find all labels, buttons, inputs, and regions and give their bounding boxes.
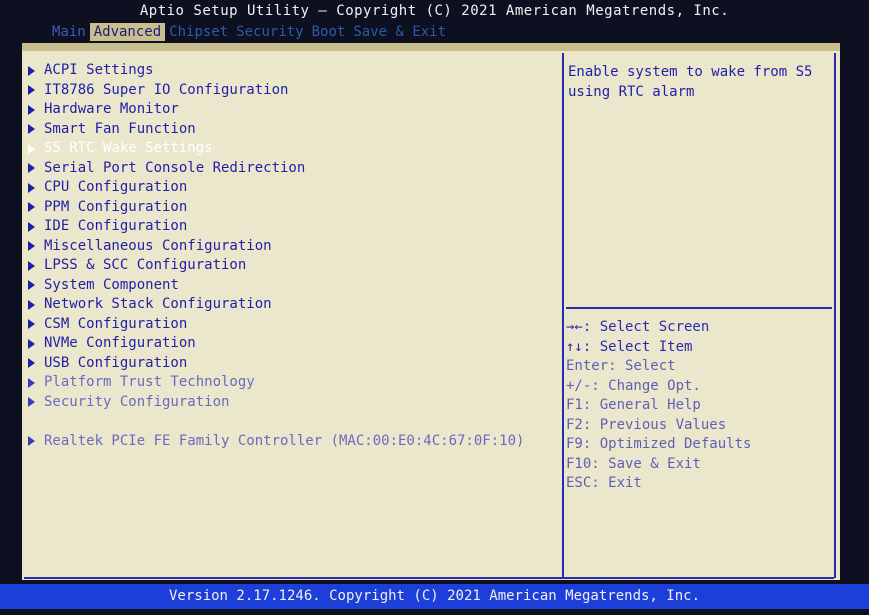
tab-save-exit[interactable]: Save & Exit	[349, 23, 450, 41]
menu-item-hardware-monitor[interactable]: Hardware Monitor	[26, 100, 556, 120]
menu-item-label: CPU Configuration	[44, 179, 188, 195]
menu-item-usb-configuration[interactable]: USB Configuration	[26, 354, 556, 374]
menu-item-realtek-controller[interactable]: Realtek PCIe FE Family Controller (MAC:0…	[26, 432, 556, 452]
menu-item-serial-console[interactable]: Serial Port Console Redirection	[26, 159, 556, 179]
menu-item-platform-trust[interactable]: Platform Trust Technology	[26, 373, 556, 393]
triangle-right-icon	[28, 377, 35, 388]
triangle-right-icon	[28, 260, 35, 271]
help-pane	[564, 53, 836, 578]
triangle-right-icon	[28, 182, 35, 193]
menu-item-label: System Component	[44, 276, 179, 293]
menu-item-label: Hardware Monitor	[44, 101, 179, 117]
menu-item-label: PPM Configuration	[44, 198, 188, 215]
menu-item-label: ACPI Settings	[44, 62, 154, 78]
menu-item-smart-fan[interactable]: Smart Fan Function	[26, 120, 556, 140]
menu-item-security-configuration[interactable]: Security Configuration	[26, 393, 556, 413]
utility-title: Aptio Setup Utility – Copyright (C) 2021…	[139, 3, 730, 19]
menu-item-label: IT8786 Super IO Configuration	[44, 81, 289, 98]
triangle-right-icon	[28, 124, 35, 135]
triangle-right-icon	[28, 397, 35, 408]
menu-item-s5-rtc-wake[interactable]: S5 RTC Wake Settings	[26, 139, 556, 159]
triangle-right-icon	[28, 163, 35, 174]
menu-item-acpi-settings[interactable]: ACPI Settings	[26, 61, 556, 81]
menu-item-label: Security Configuration	[44, 393, 230, 410]
triangle-right-icon	[28, 104, 35, 115]
menu-item-nvme-configuration[interactable]: NVMe Configuration	[26, 334, 556, 354]
menu-item-lpss-scc[interactable]: LPSS & SCC Configuration	[26, 256, 556, 276]
key-optimized-defaults: F9: Optimized Defaults	[566, 436, 752, 452]
key-enter: Enter: Select	[566, 358, 676, 374]
key-general-help: F1: General Help	[566, 397, 701, 413]
pane-divider	[562, 53, 564, 579]
triangle-right-icon	[28, 436, 35, 447]
menu-spacer	[26, 412, 556, 432]
tab-bar: Main Advanced Chipset Security Boot Save…	[48, 23, 450, 41]
key-escape: ESC: Exit	[566, 475, 642, 491]
menu-item-csm-configuration[interactable]: CSM Configuration	[26, 315, 556, 335]
version-text: Version 2.17.1246. Copyright (C) 2021 Am…	[168, 588, 700, 604]
triangle-right-icon	[28, 319, 35, 330]
triangle-right-icon	[28, 202, 35, 213]
bios-screen: Aptio Setup Utility – Copyright (C) 2021…	[0, 0, 869, 615]
menu-item-label: CSM Configuration	[44, 315, 188, 332]
menu-item-label: Platform Trust Technology	[44, 374, 255, 390]
menu-item-cpu-configuration[interactable]: CPU Configuration	[26, 178, 556, 198]
tab-security[interactable]: Security	[232, 23, 307, 41]
menu-item-label: NVMe Configuration	[44, 335, 196, 351]
menu-item-label: USB Configuration	[44, 354, 188, 371]
menu-item-label: Network Stack Configuration	[44, 296, 272, 312]
triangle-right-icon	[28, 299, 35, 310]
triangle-right-icon	[28, 85, 35, 96]
tab-boot[interactable]: Boot	[308, 23, 350, 41]
triangle-right-icon	[28, 143, 35, 154]
menu-item-label: Serial Port Console Redirection	[44, 159, 306, 176]
menu-item-super-io[interactable]: IT8786 Super IO Configuration	[26, 81, 556, 101]
frame-top-bar	[22, 43, 840, 51]
help-text: Enable system to wake from S5 using RTC …	[568, 64, 813, 100]
key-previous-values: F2: Previous Values	[566, 416, 727, 433]
key-change-opt: +/-: Change Opt.	[566, 377, 701, 394]
triangle-right-icon	[28, 358, 35, 369]
menu-item-system-component[interactable]: System Component	[26, 276, 556, 296]
menu-item-label: Smart Fan Function	[44, 120, 196, 137]
menu-item-label: Miscellaneous Configuration	[44, 237, 272, 254]
triangle-right-icon	[28, 338, 35, 349]
triangle-right-icon	[28, 221, 35, 232]
triangle-right-icon	[28, 280, 35, 291]
advanced-menu: ACPI Settings IT8786 Super IO Configurat…	[26, 61, 556, 451]
menu-item-ppm-configuration[interactable]: PPM Configuration	[26, 198, 556, 218]
menu-item-label: S5 RTC Wake Settings	[44, 140, 213, 156]
tab-chipset[interactable]: Chipset	[165, 23, 232, 41]
menu-item-miscellaneous[interactable]: Miscellaneous Configuration	[26, 237, 556, 257]
menu-item-network-stack[interactable]: Network Stack Configuration	[26, 295, 556, 315]
frame-bottom-border	[24, 577, 834, 579]
key-select-screen: →←: Select Screen	[566, 319, 710, 335]
tab-main[interactable]: Main	[48, 23, 90, 41]
tab-advanced[interactable]: Advanced	[89, 23, 166, 41]
menu-item-label: IDE Configuration	[44, 218, 188, 234]
menu-item-ide-configuration[interactable]: IDE Configuration	[26, 217, 556, 237]
key-select-item: ↑↓: Select Item	[566, 338, 693, 355]
triangle-right-icon	[28, 241, 35, 252]
key-legend: →←: Select Screen ↑↓: Select Item Enter:…	[566, 318, 832, 494]
menu-item-label: LPSS & SCC Configuration	[44, 257, 247, 273]
menu-item-label: Realtek PCIe FE Family Controller (MAC:0…	[44, 432, 525, 449]
help-divider	[566, 307, 832, 309]
triangle-right-icon	[28, 65, 35, 76]
key-save-exit: F10: Save & Exit	[566, 455, 701, 472]
